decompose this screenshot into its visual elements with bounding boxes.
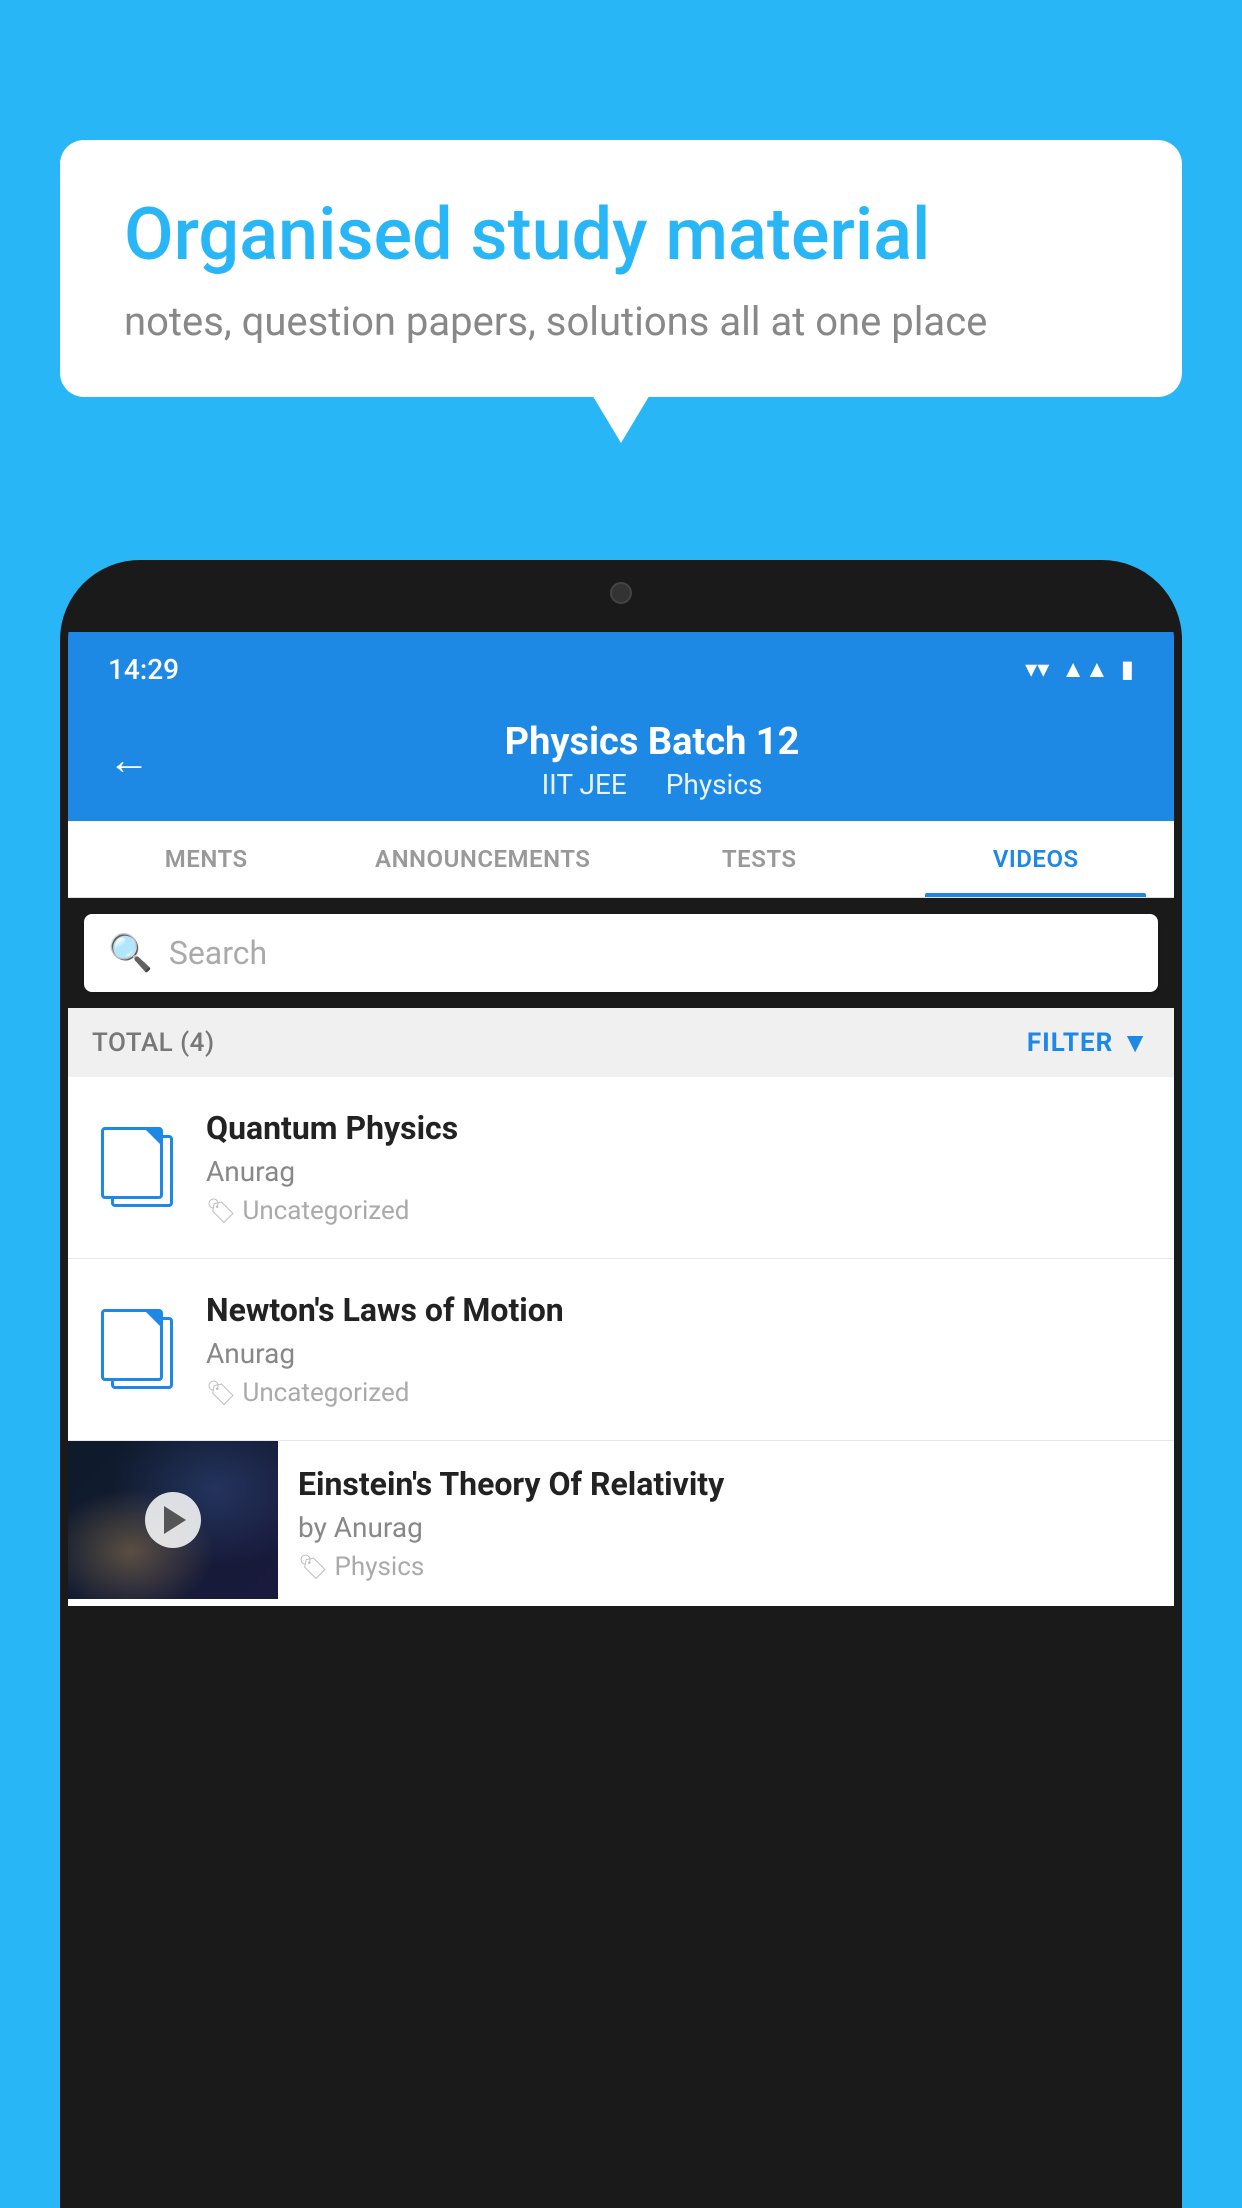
phone-inner: 14:29 ▾▾ ▲▲ ▮ ← Physics Batch 12 IIT JEE… — [68, 568, 1174, 2208]
video-title-3: Einstein's Theory Of Relativity — [298, 1465, 1154, 1503]
header-subtitle: IIT JEE Physics — [170, 768, 1134, 801]
video-thumbnail-1 — [92, 1123, 182, 1213]
play-button[interactable] — [145, 1492, 201, 1548]
video-tag-1: 🏷 Uncategorized — [206, 1196, 1150, 1226]
video-author-3: by Anurag — [298, 1511, 1154, 1544]
video-author-2: Anurag — [206, 1337, 1150, 1370]
list-item[interactable]: Newton's Laws of Motion Anurag 🏷 Uncateg… — [68, 1259, 1174, 1441]
file-icon — [101, 1127, 173, 1209]
notch — [521, 568, 721, 618]
bubble-subtitle: notes, question papers, solutions all at… — [124, 298, 1118, 345]
play-triangle-icon — [164, 1506, 186, 1534]
tag-icon-3: 🏷 — [298, 1553, 328, 1581]
subtitle-part1: IIT JEE — [542, 768, 627, 801]
signal-icon: ▲▲ — [1061, 655, 1109, 684]
file-page2 — [101, 1127, 163, 1199]
filter-icon: ▼ — [1121, 1026, 1150, 1059]
tab-ments[interactable]: MENTS — [68, 821, 345, 897]
status-time: 14:29 — [108, 653, 1025, 686]
search-bar[interactable]: 🔍 Search — [84, 914, 1158, 992]
status-bar: 14:29 ▾▾ ▲▲ ▮ — [68, 632, 1174, 696]
status-icons: ▾▾ ▲▲ ▮ — [1025, 655, 1134, 684]
video-title-2: Newton's Laws of Motion — [206, 1291, 1150, 1329]
video-title-1: Quantum Physics — [206, 1109, 1150, 1147]
filter-button[interactable]: FILTER ▼ — [1027, 1026, 1150, 1059]
list-item[interactable]: Quantum Physics Anurag 🏷 Uncategorized — [68, 1077, 1174, 1259]
tag-icon-2: 🏷 — [206, 1379, 236, 1407]
wifi-icon: ▾▾ — [1025, 655, 1049, 683]
search-icon: 🔍 — [108, 932, 153, 974]
tag-icon-1: 🏷 — [206, 1197, 236, 1225]
tabs-bar: MENTS ANNOUNCEMENTS TESTS VIDEOS — [68, 821, 1174, 898]
screen-content: 🔍 Search TOTAL (4) FILTER ▼ — [68, 898, 1174, 2208]
header-center: Physics Batch 12 IIT JEE Physics — [170, 720, 1134, 801]
camera — [610, 582, 632, 604]
video-info-3: Einstein's Theory Of Relativity by Anura… — [278, 1441, 1174, 1606]
total-count: TOTAL (4) — [92, 1028, 215, 1058]
phone-frame: 14:29 ▾▾ ▲▲ ▮ ← Physics Batch 12 IIT JEE… — [60, 560, 1182, 2208]
list-item[interactable]: Einstein's Theory Of Relativity by Anura… — [68, 1441, 1174, 1606]
file-icon — [101, 1309, 173, 1391]
search-placeholder: Search — [169, 934, 267, 972]
tab-announcements[interactable]: ANNOUNCEMENTS — [345, 821, 622, 897]
file-page2 — [101, 1309, 163, 1381]
speech-bubble-section: Organised study material notes, question… — [60, 140, 1182, 397]
video-thumbnail-3 — [68, 1441, 278, 1599]
video-info-2: Newton's Laws of Motion Anurag 🏷 Uncateg… — [206, 1291, 1150, 1408]
video-author-1: Anurag — [206, 1155, 1150, 1188]
header-title: Physics Batch 12 — [170, 720, 1134, 764]
filter-bar: TOTAL (4) FILTER ▼ — [68, 1008, 1174, 1077]
subtitle-part2: Physics — [666, 768, 763, 801]
battery-icon: ▮ — [1121, 655, 1134, 683]
tab-videos[interactable]: VIDEOS — [898, 821, 1175, 897]
back-button[interactable]: ← — [108, 736, 150, 785]
video-tag-3: 🏷 Physics — [298, 1552, 1154, 1582]
filter-label: FILTER — [1027, 1028, 1113, 1058]
video-tag-2: 🏷 Uncategorized — [206, 1378, 1150, 1408]
bubble-title: Organised study material — [124, 192, 1118, 278]
phone-screen: 14:29 ▾▾ ▲▲ ▮ ← Physics Batch 12 IIT JEE… — [68, 632, 1174, 2208]
video-thumbnail-2 — [92, 1305, 182, 1395]
speech-bubble: Organised study material notes, question… — [60, 140, 1182, 397]
tab-tests[interactable]: TESTS — [621, 821, 898, 897]
video-info-1: Quantum Physics Anurag 🏷 Uncategorized — [206, 1109, 1150, 1226]
app-header: ← Physics Batch 12 IIT JEE Physics — [68, 696, 1174, 821]
video-list: Quantum Physics Anurag 🏷 Uncategorized — [68, 1077, 1174, 1606]
